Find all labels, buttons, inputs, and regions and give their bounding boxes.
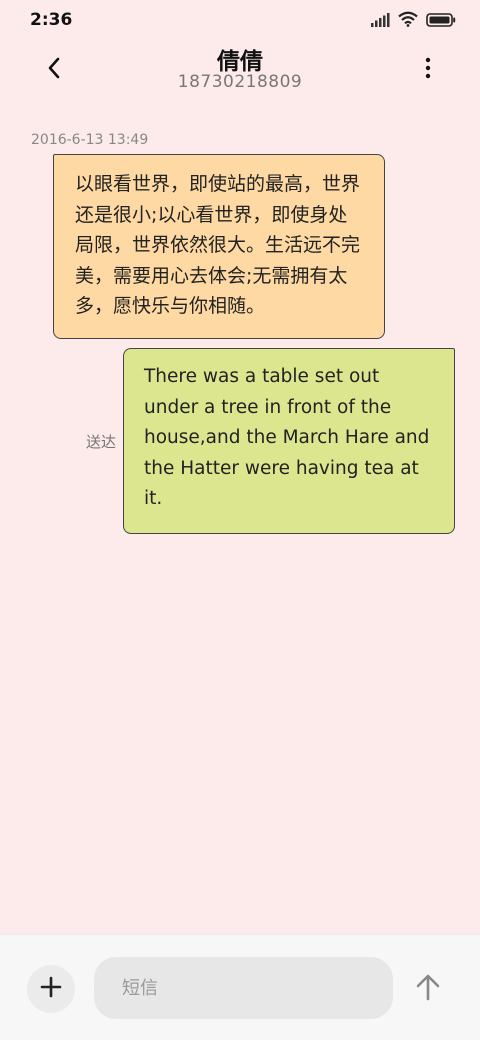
arrow-up-icon (415, 973, 441, 1005)
conversation-header: 倩倩 18730218809 (0, 40, 480, 100)
message-line: it. (144, 488, 163, 509)
delivery-status: 送达 (86, 433, 117, 451)
contact-name: 倩倩 (217, 49, 263, 75)
message-line: house,and the March Hare and (144, 427, 430, 448)
status-time: 2:36 (30, 10, 73, 30)
add-attachment-button[interactable] (27, 965, 75, 1013)
message-input[interactable] (94, 957, 393, 1019)
wifi-icon (398, 11, 418, 31)
message-line: 多，愿快乐与你相随。 (75, 295, 266, 317)
message-line: 美，需要用心去体会;无需拥有太 (75, 264, 348, 287)
message-line: the Hatter were having tea at (144, 457, 419, 479)
send-button[interactable] (408, 969, 448, 1009)
message-line: 以眼看世界，即使站的最高，世界 (75, 173, 361, 195)
status-icons (370, 11, 456, 31)
battery-icon (426, 12, 456, 31)
message-line: There was a table set out (144, 366, 380, 387)
message-line: under a tree in front of the (144, 396, 392, 418)
sent-message-bubble[interactable]: There was a table set out under a tree i… (123, 348, 455, 534)
more-vertical-icon (425, 57, 431, 83)
received-message-bubble[interactable]: 以眼看世界，即使站的最高，世界 还是很小;以心看世界，即使身处 局限，世界依然很… (53, 154, 385, 339)
composer-bar (0, 934, 480, 1040)
more-options-button[interactable] (416, 52, 440, 88)
status-bar: 2:36 (0, 0, 480, 40)
message-timestamp: 2016-6-13 13:49 (31, 132, 149, 148)
signal-icon (370, 12, 390, 31)
plus-icon (40, 976, 62, 1002)
contact-number: 18730218809 (177, 72, 303, 92)
message-line: 局限，世界依然很大。生活远不完 (75, 234, 361, 256)
message-line: 还是很小;以心看世界，即使身处 (75, 203, 348, 226)
